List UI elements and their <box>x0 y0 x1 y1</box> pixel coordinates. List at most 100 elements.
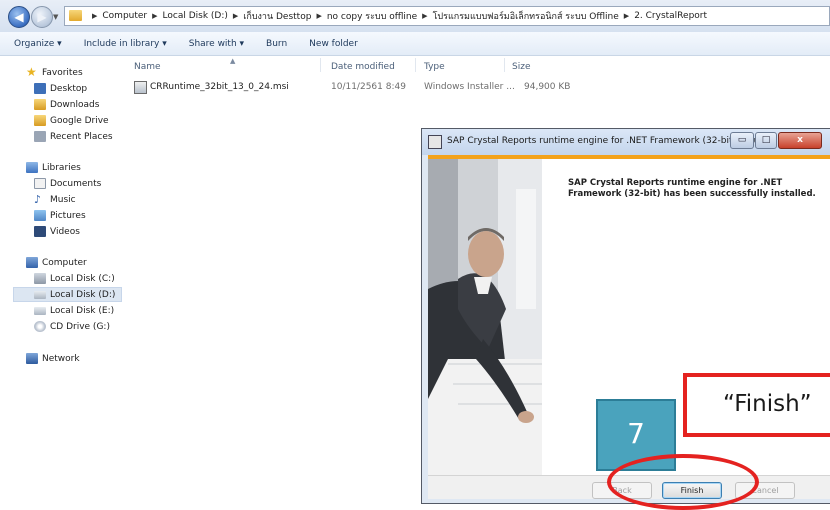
msi-installer-icon <box>134 81 147 94</box>
recent-places-icon <box>34 131 46 142</box>
google-drive-folder-icon <box>34 115 46 126</box>
banner-photo-illustration <box>428 159 542 475</box>
column-header-size[interactable]: Size <box>512 62 530 72</box>
column-divider[interactable] <box>415 58 416 72</box>
column-header-type[interactable]: Type <box>424 62 445 72</box>
nav-desktop[interactable]: Desktop <box>34 81 87 96</box>
file-size: 94,900 KB <box>524 82 571 92</box>
nav-libraries[interactable]: Libraries <box>26 160 81 175</box>
maximize-button[interactable]: □ <box>755 132 777 149</box>
nav-downloads-label: Downloads <box>50 99 100 110</box>
nav-favorites-label: Favorites <box>42 67 83 78</box>
dialog-title: SAP Crystal Reports runtime engine for .… <box>447 136 766 146</box>
recent-pages-dropdown-icon[interactable]: ▼ <box>53 13 58 21</box>
nav-pictures[interactable]: Pictures <box>34 208 86 223</box>
burn-button[interactable]: Burn <box>266 39 287 49</box>
nav-music[interactable]: ♪ Music <box>34 192 76 207</box>
file-type: Windows Installer ... <box>424 82 515 92</box>
share-with-menu[interactable]: Share with ▾ <box>189 39 244 49</box>
breadcrumb: ▶ Computer ▶ Local Disk (D:) ▶ เก็บงาน D… <box>87 7 707 25</box>
minimize-button[interactable]: ▭ <box>730 132 754 149</box>
breadcrumb-separator-icon[interactable]: ▶ <box>233 12 238 20</box>
nav-disk-d-label: Local Disk (D:) <box>50 289 116 300</box>
breadcrumb-program-folder[interactable]: โปรแกรมแบบฟอร์มอิเล็กทรอนิกส์ ระบบ Offli… <box>433 9 619 23</box>
nav-local-disk-c[interactable]: Local Disk (C:) <box>34 271 115 286</box>
nav-music-label: Music <box>50 194 76 205</box>
file-row[interactable]: CRRuntime_32bit_13_0_24.msi 10/11/2561 8… <box>128 80 571 96</box>
videos-icon <box>34 226 46 237</box>
network-icon <box>26 353 38 364</box>
breadcrumb-local-disk-d[interactable]: Local Disk (D:) <box>163 11 228 21</box>
nav-network-label: Network <box>42 353 80 364</box>
breadcrumb-separator-icon[interactable]: ▶ <box>152 12 157 20</box>
finish-callout-box: “Finish” <box>683 373 830 437</box>
screenshot-root: ◀ ▶ ▼ ▶ Computer ▶ Local Disk (D:) ▶ เก็… <box>0 0 830 510</box>
libraries-icon <box>26 162 38 173</box>
nav-computer[interactable]: Computer <box>26 255 87 270</box>
nav-favorites[interactable]: ★ Favorites <box>26 65 83 80</box>
installer-icon <box>428 135 442 149</box>
downloads-folder-icon <box>34 99 46 110</box>
column-header-date-modified[interactable]: Date modified <box>331 62 395 72</box>
navigation-pane: ★ Favorites Desktop Downloads Google Dri… <box>0 56 122 510</box>
finish-callout-text: “Finish” <box>723 391 812 417</box>
documents-icon <box>34 178 46 189</box>
nav-google-drive-label: Google Drive <box>50 115 109 126</box>
sort-ascending-icon: ▲ <box>230 57 236 65</box>
music-icon: ♪ <box>34 193 42 206</box>
nav-disk-c-label: Local Disk (C:) <box>50 273 115 284</box>
step-number: 7 <box>627 417 645 450</box>
nav-downloads[interactable]: Downloads <box>34 97 99 112</box>
drive-icon <box>34 290 46 299</box>
nav-pictures-label: Pictures <box>50 210 86 221</box>
nav-cd-drive-label: CD Drive (G:) <box>50 321 110 332</box>
breadcrumb-desktop-folder[interactable]: เก็บงาน Desttop <box>243 9 311 23</box>
file-date-modified: 10/11/2561 8:49 <box>331 82 406 92</box>
pictures-icon <box>34 210 46 221</box>
folder-icon <box>69 10 82 21</box>
nav-libraries-label: Libraries <box>42 162 81 173</box>
nav-documents[interactable]: Documents <box>34 176 101 191</box>
system-drive-icon <box>34 273 46 284</box>
address-bar-area: ◀ ▶ ▼ ▶ Computer ▶ Local Disk (D:) ▶ เก็… <box>0 0 830 32</box>
finish-highlight-ring <box>607 454 759 510</box>
nav-disk-e-label: Local Disk (E:) <box>50 305 115 316</box>
include-in-library-menu[interactable]: Include in library ▾ <box>84 39 167 49</box>
organize-menu[interactable]: Organize ▾ <box>14 39 62 49</box>
nav-local-disk-d[interactable]: Local Disk (D:) <box>13 287 122 302</box>
nav-computer-label: Computer <box>42 257 87 268</box>
column-divider[interactable] <box>320 58 321 72</box>
nav-cd-drive-g[interactable]: CD Drive (G:) <box>34 319 110 334</box>
nav-google-drive[interactable]: Google Drive <box>34 113 109 128</box>
forward-button[interactable]: ▶ <box>31 6 53 28</box>
nav-recent-places-label: Recent Places <box>50 131 113 142</box>
breadcrumb-no-copy-folder[interactable]: no copy ระบบ offline <box>327 9 417 23</box>
file-name: CRRuntime_32bit_13_0_24.msi <box>150 82 289 92</box>
desktop-icon <box>34 83 46 94</box>
breadcrumb-separator-icon[interactable]: ▶ <box>92 12 97 20</box>
nav-documents-label: Documents <box>50 178 102 189</box>
breadcrumb-separator-icon[interactable]: ▶ <box>316 12 321 20</box>
command-bar: Organize ▾ Include in library ▾ Share wi… <box>0 32 830 56</box>
nav-videos-label: Videos <box>50 226 80 237</box>
breadcrumb-crystalreport-folder[interactable]: 2. CrystalReport <box>634 11 707 21</box>
installer-banner-image <box>428 159 542 475</box>
close-button[interactable]: x <box>778 132 822 149</box>
address-bar[interactable]: ▶ Computer ▶ Local Disk (D:) ▶ เก็บงาน D… <box>64 6 830 26</box>
breadcrumb-separator-icon[interactable]: ▶ <box>624 12 629 20</box>
cd-drive-icon <box>34 321 46 332</box>
breadcrumb-computer[interactable]: Computer <box>102 11 147 21</box>
column-divider[interactable] <box>504 58 505 72</box>
dialog-titlebar[interactable]: SAP Crystal Reports runtime engine for .… <box>422 129 830 155</box>
nav-network[interactable]: Network <box>26 351 80 366</box>
nav-local-disk-e[interactable]: Local Disk (E:) <box>34 303 114 318</box>
column-header-name[interactable]: Name <box>134 62 161 72</box>
nav-videos[interactable]: Videos <box>34 224 80 239</box>
nav-desktop-label: Desktop <box>50 83 88 94</box>
breadcrumb-separator-icon[interactable]: ▶ <box>422 12 427 20</box>
install-success-message: SAP Crystal Reports runtime engine for .… <box>568 178 816 199</box>
back-button[interactable]: ◀ <box>8 6 30 28</box>
nav-recent-places[interactable]: Recent Places <box>34 129 113 144</box>
new-folder-button[interactable]: New folder <box>309 39 358 49</box>
star-icon: ★ <box>26 65 37 79</box>
